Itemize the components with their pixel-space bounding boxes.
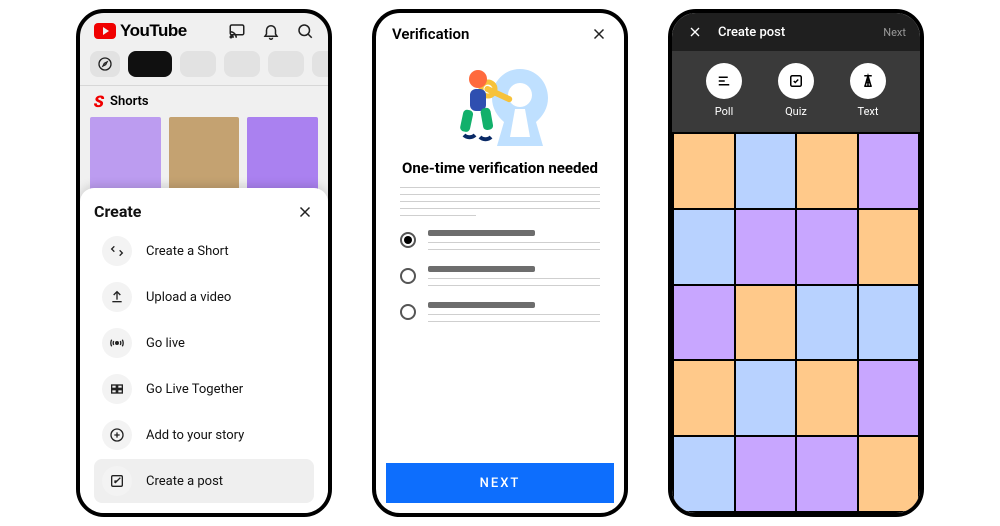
youtube-top-bar: YouTube [80, 13, 328, 45]
text-icon [850, 63, 886, 99]
close-icon[interactable] [296, 203, 314, 221]
background-color-tile[interactable] [674, 134, 734, 208]
verification-heading: One-time verification needed [376, 159, 624, 187]
background-color-tile[interactable] [859, 361, 919, 435]
color-background-grid[interactable] [672, 132, 920, 513]
post-type-quiz[interactable]: Quiz [778, 63, 814, 118]
phone-verification: Verification One-time verification neede… [372, 9, 628, 517]
background-color-tile[interactable] [674, 210, 734, 284]
shorts-create-icon [102, 236, 132, 266]
category-chip[interactable] [312, 51, 332, 77]
verification-description-placeholder [376, 187, 624, 216]
background-color-tile[interactable] [736, 437, 796, 511]
chip-selected[interactable] [128, 51, 172, 77]
background-color-tile[interactable] [797, 210, 857, 284]
background-color-tile[interactable] [674, 437, 734, 511]
youtube-wordmark: YouTube [120, 21, 187, 41]
radio-selected-icon[interactable] [400, 232, 416, 248]
create-sheet-list: Create a Short Upload a video Go live Go… [94, 229, 314, 503]
background-color-tile[interactable] [797, 437, 857, 511]
background-color-tile[interactable] [797, 134, 857, 208]
bell-icon[interactable] [262, 22, 280, 40]
shorts-icon: S [92, 92, 106, 111]
next-button[interactable]: NEXT [386, 463, 614, 503]
youtube-logo[interactable]: YouTube [94, 21, 187, 41]
phone-create-post: Create post Next Poll Quiz Tex [668, 9, 924, 517]
create-post-item[interactable]: Create a post [94, 459, 314, 503]
create-bottom-sheet: Create Create a Short Upload a video [80, 188, 328, 513]
close-icon[interactable] [590, 25, 608, 43]
cast-icon[interactable] [228, 22, 246, 40]
create-post-header: Create post Next [672, 13, 920, 51]
verification-option[interactable] [400, 266, 600, 286]
next-button-label: NEXT [480, 476, 521, 491]
create-option-label: Create a post [146, 474, 223, 489]
post-type-poll[interactable]: Poll [706, 63, 742, 118]
post-type-label: Quiz [785, 105, 807, 118]
background-color-tile[interactable] [859, 134, 919, 208]
verification-option[interactable] [400, 230, 600, 250]
create-option-label: Create a Short [146, 244, 229, 259]
create-option-label: Go Live Together [146, 382, 243, 397]
verification-option[interactable] [400, 302, 600, 322]
radio-icon[interactable] [400, 304, 416, 320]
background-color-tile[interactable] [797, 286, 857, 360]
upload-icon [102, 282, 132, 312]
create-option-label: Add to your story [146, 428, 244, 443]
background-color-tile[interactable] [674, 361, 734, 435]
youtube-play-icon [94, 23, 116, 39]
verification-illustration [376, 55, 624, 159]
create-option-label: Upload a video [146, 290, 231, 305]
header-icon-row [228, 22, 314, 40]
quiz-icon [778, 63, 814, 99]
upload-video-item[interactable]: Upload a video [94, 275, 314, 319]
post-type-text[interactable]: Text [850, 63, 886, 118]
post-type-label: Text [858, 105, 879, 118]
background-color-tile[interactable] [736, 134, 796, 208]
go-live-together-item[interactable]: Go Live Together [94, 367, 314, 411]
broadcast-icon [102, 328, 132, 358]
category-chip[interactable] [268, 51, 304, 77]
create-post-top: Create post Next Poll Quiz Tex [672, 13, 920, 132]
background-color-tile[interactable] [736, 210, 796, 284]
create-short-item[interactable]: Create a Short [94, 229, 314, 273]
background-color-tile[interactable] [736, 286, 796, 360]
poll-icon [706, 63, 742, 99]
create-post-title: Create post [718, 25, 785, 40]
background-color-tile[interactable] [859, 437, 919, 511]
add-circle-icon [102, 420, 132, 450]
compose-icon [102, 466, 132, 496]
group-live-icon [102, 374, 132, 404]
post-type-row: Poll Quiz Text [672, 51, 920, 132]
background-color-tile[interactable] [797, 361, 857, 435]
phone-youtube-home: YouTube [76, 9, 332, 517]
explore-chip[interactable] [90, 51, 120, 77]
shorts-section-header[interactable]: S Shorts [80, 86, 328, 117]
post-type-label: Poll [715, 105, 734, 118]
background-color-tile[interactable] [859, 286, 919, 360]
shorts-label-text: Shorts [110, 94, 149, 109]
verification-options [376, 216, 624, 322]
verification-header: Verification [376, 13, 624, 55]
category-chip[interactable] [224, 51, 260, 77]
close-icon[interactable] [686, 23, 704, 41]
create-option-label: Go live [146, 336, 185, 351]
radio-icon[interactable] [400, 268, 416, 284]
next-link[interactable]: Next [883, 26, 906, 39]
create-sheet-title: Create [94, 202, 141, 221]
category-chips-row[interactable] [80, 45, 328, 86]
search-icon[interactable] [296, 22, 314, 40]
add-story-item[interactable]: Add to your story [94, 413, 314, 457]
go-live-item[interactable]: Go live [94, 321, 314, 365]
background-color-tile[interactable] [674, 286, 734, 360]
background-color-tile[interactable] [859, 210, 919, 284]
category-chip[interactable] [180, 51, 216, 77]
verification-title: Verification [392, 25, 469, 43]
background-color-tile[interactable] [736, 361, 796, 435]
